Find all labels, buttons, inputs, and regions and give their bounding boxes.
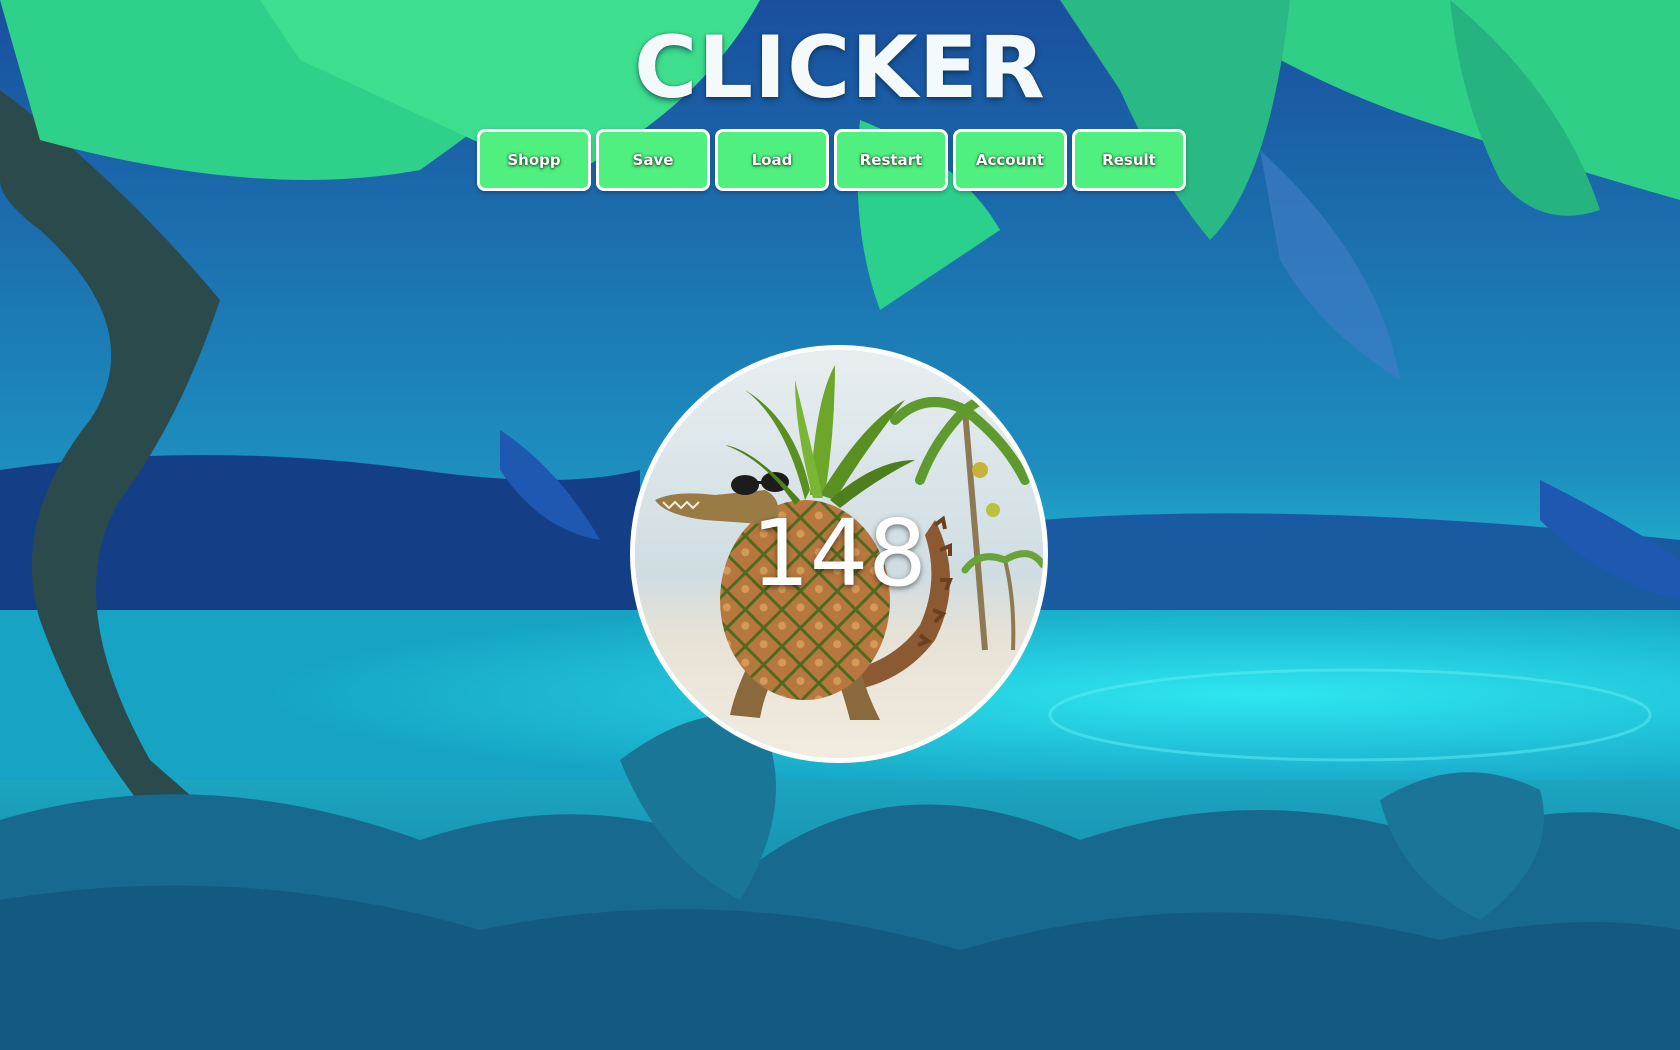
page-title: CLICKER [634,18,1046,118]
shop-button[interactable]: Shopp [477,129,591,191]
pineapple-crocodile-icon [635,350,1043,758]
restart-button[interactable]: Restart [834,129,948,191]
clicker-button[interactable] [630,345,1048,763]
save-button[interactable]: Save [596,129,710,191]
menu-bar: Shopp Save Load Restart Account Result [477,129,1186,191]
result-button[interactable]: Result [1072,129,1186,191]
account-button[interactable]: Account [953,129,1067,191]
load-button[interactable]: Load [715,129,829,191]
